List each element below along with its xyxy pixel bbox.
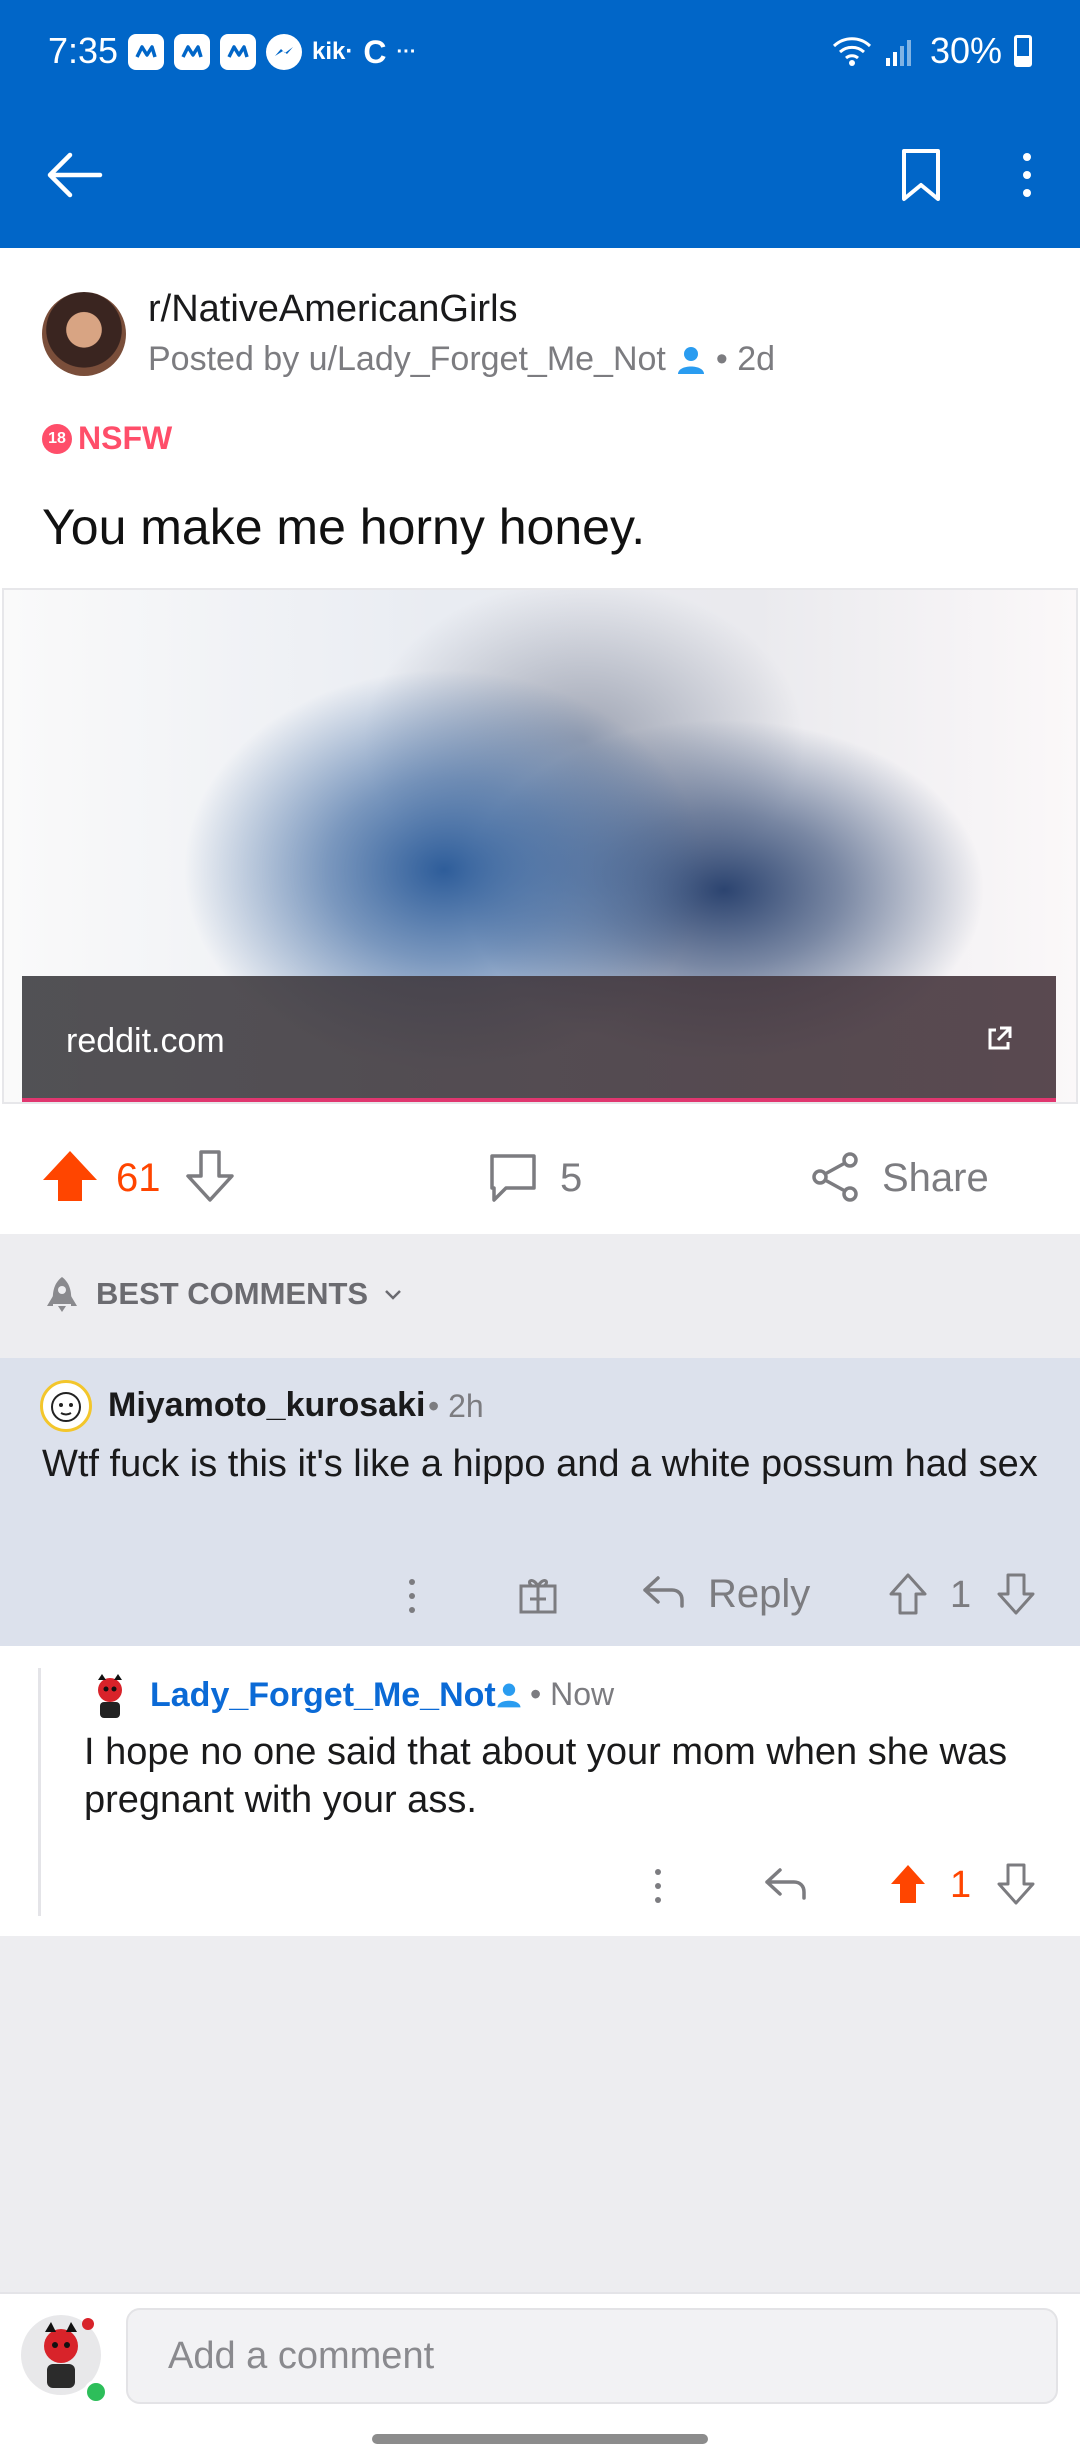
sort-label: BEST COMMENTS (96, 1276, 369, 1311)
link-domain: reddit.com (66, 1022, 225, 1060)
downvote-icon[interactable] (996, 1572, 1036, 1616)
more-vertical-icon[interactable] (400, 1574, 424, 1618)
comment-author[interactable]: Lady_Forget_Me_Not (150, 1676, 496, 1715)
upvote-icon[interactable] (888, 1862, 928, 1906)
status-time: 7:35 (48, 30, 119, 71)
comment-sort[interactable]: BEST COMMENTS (42, 1274, 404, 1314)
user-avatar[interactable] (88, 1672, 132, 1720)
comment-meta: • Now (494, 1676, 614, 1713)
upvote-icon[interactable] (40, 1148, 100, 1204)
more-vertical-icon[interactable] (1012, 145, 1042, 205)
reply-icon[interactable] (762, 1864, 808, 1904)
comment-time: • Now (530, 1676, 615, 1712)
nsfw-18-icon: 18 (42, 423, 72, 454)
award-icon[interactable] (516, 1572, 560, 1616)
comment-score: 1 (950, 1864, 972, 1906)
c-app-icon: C (363, 33, 387, 70)
signal-icon (885, 40, 911, 66)
comment-score: 1 (950, 1574, 972, 1616)
external-link-icon[interactable] (984, 1024, 1014, 1054)
notification-app-icon (220, 34, 256, 70)
more-vertical-icon[interactable] (646, 1864, 670, 1908)
person-icon (497, 1683, 521, 1707)
posted-by-text[interactable]: Posted by u/Lady_Forget_Me_Not (148, 340, 666, 379)
online-indicator (84, 2380, 108, 2404)
comment-icon[interactable] (486, 1150, 540, 1204)
downvote-icon[interactable] (996, 1862, 1036, 1906)
battery-percent: 30% (929, 30, 1002, 71)
user-avatar[interactable] (40, 1380, 92, 1432)
more-notifications-icon: ··· (396, 40, 417, 63)
comment-time: • 2h (428, 1388, 484, 1424)
comment-author[interactable]: Miyamoto_kurosaki (108, 1386, 425, 1425)
share-icon[interactable] (808, 1150, 862, 1204)
nsfw-label: NSFW (78, 420, 173, 456)
messenger-icon (266, 34, 302, 70)
person-icon (677, 346, 704, 374)
kik-icon: kik· (312, 38, 354, 65)
subreddit-avatar[interactable] (42, 292, 126, 376)
post-age: • 2d (715, 340, 776, 378)
notification-app-icon (128, 34, 164, 70)
downvote-icon[interactable] (184, 1148, 236, 1204)
reply-button[interactable]: Reply (708, 1572, 810, 1617)
notification-app-icon (174, 34, 210, 70)
reply-icon[interactable] (640, 1572, 686, 1612)
post-author-line: Posted by u/Lady_Forget_Me_Not • 2d (148, 340, 775, 379)
rocket-icon (47, 1277, 77, 1312)
comment-count[interactable]: 5 (560, 1156, 582, 1201)
status-system-icons: 30% (832, 30, 1032, 72)
status-notification-icons: kik· C ··· (128, 30, 416, 74)
nsfw-tag: 18 NSFW (42, 420, 172, 457)
add-comment-input[interactable] (126, 2308, 1058, 2404)
wifi-icon (832, 37, 871, 66)
bookmark-icon[interactable] (896, 145, 946, 205)
home-indicator[interactable] (372, 2434, 708, 2444)
back-arrow-icon[interactable] (40, 140, 110, 210)
thread-line[interactable] (38, 1668, 41, 1916)
subreddit-name[interactable]: r/NativeAmericanGirls (148, 288, 518, 331)
upvote-icon[interactable] (888, 1572, 928, 1616)
share-button[interactable]: Share (882, 1156, 989, 1201)
chevron-down-icon (385, 1290, 402, 1300)
comment-body: I hope no one said that about your mom w… (84, 1731, 1008, 1821)
post-score: 61 (116, 1156, 161, 1200)
comment-body: Wtf fuck is this it's like a hippo and a… (42, 1443, 1038, 1485)
post-title[interactable]: You make me horny honey. (42, 498, 645, 556)
battery-icon (1014, 35, 1032, 67)
